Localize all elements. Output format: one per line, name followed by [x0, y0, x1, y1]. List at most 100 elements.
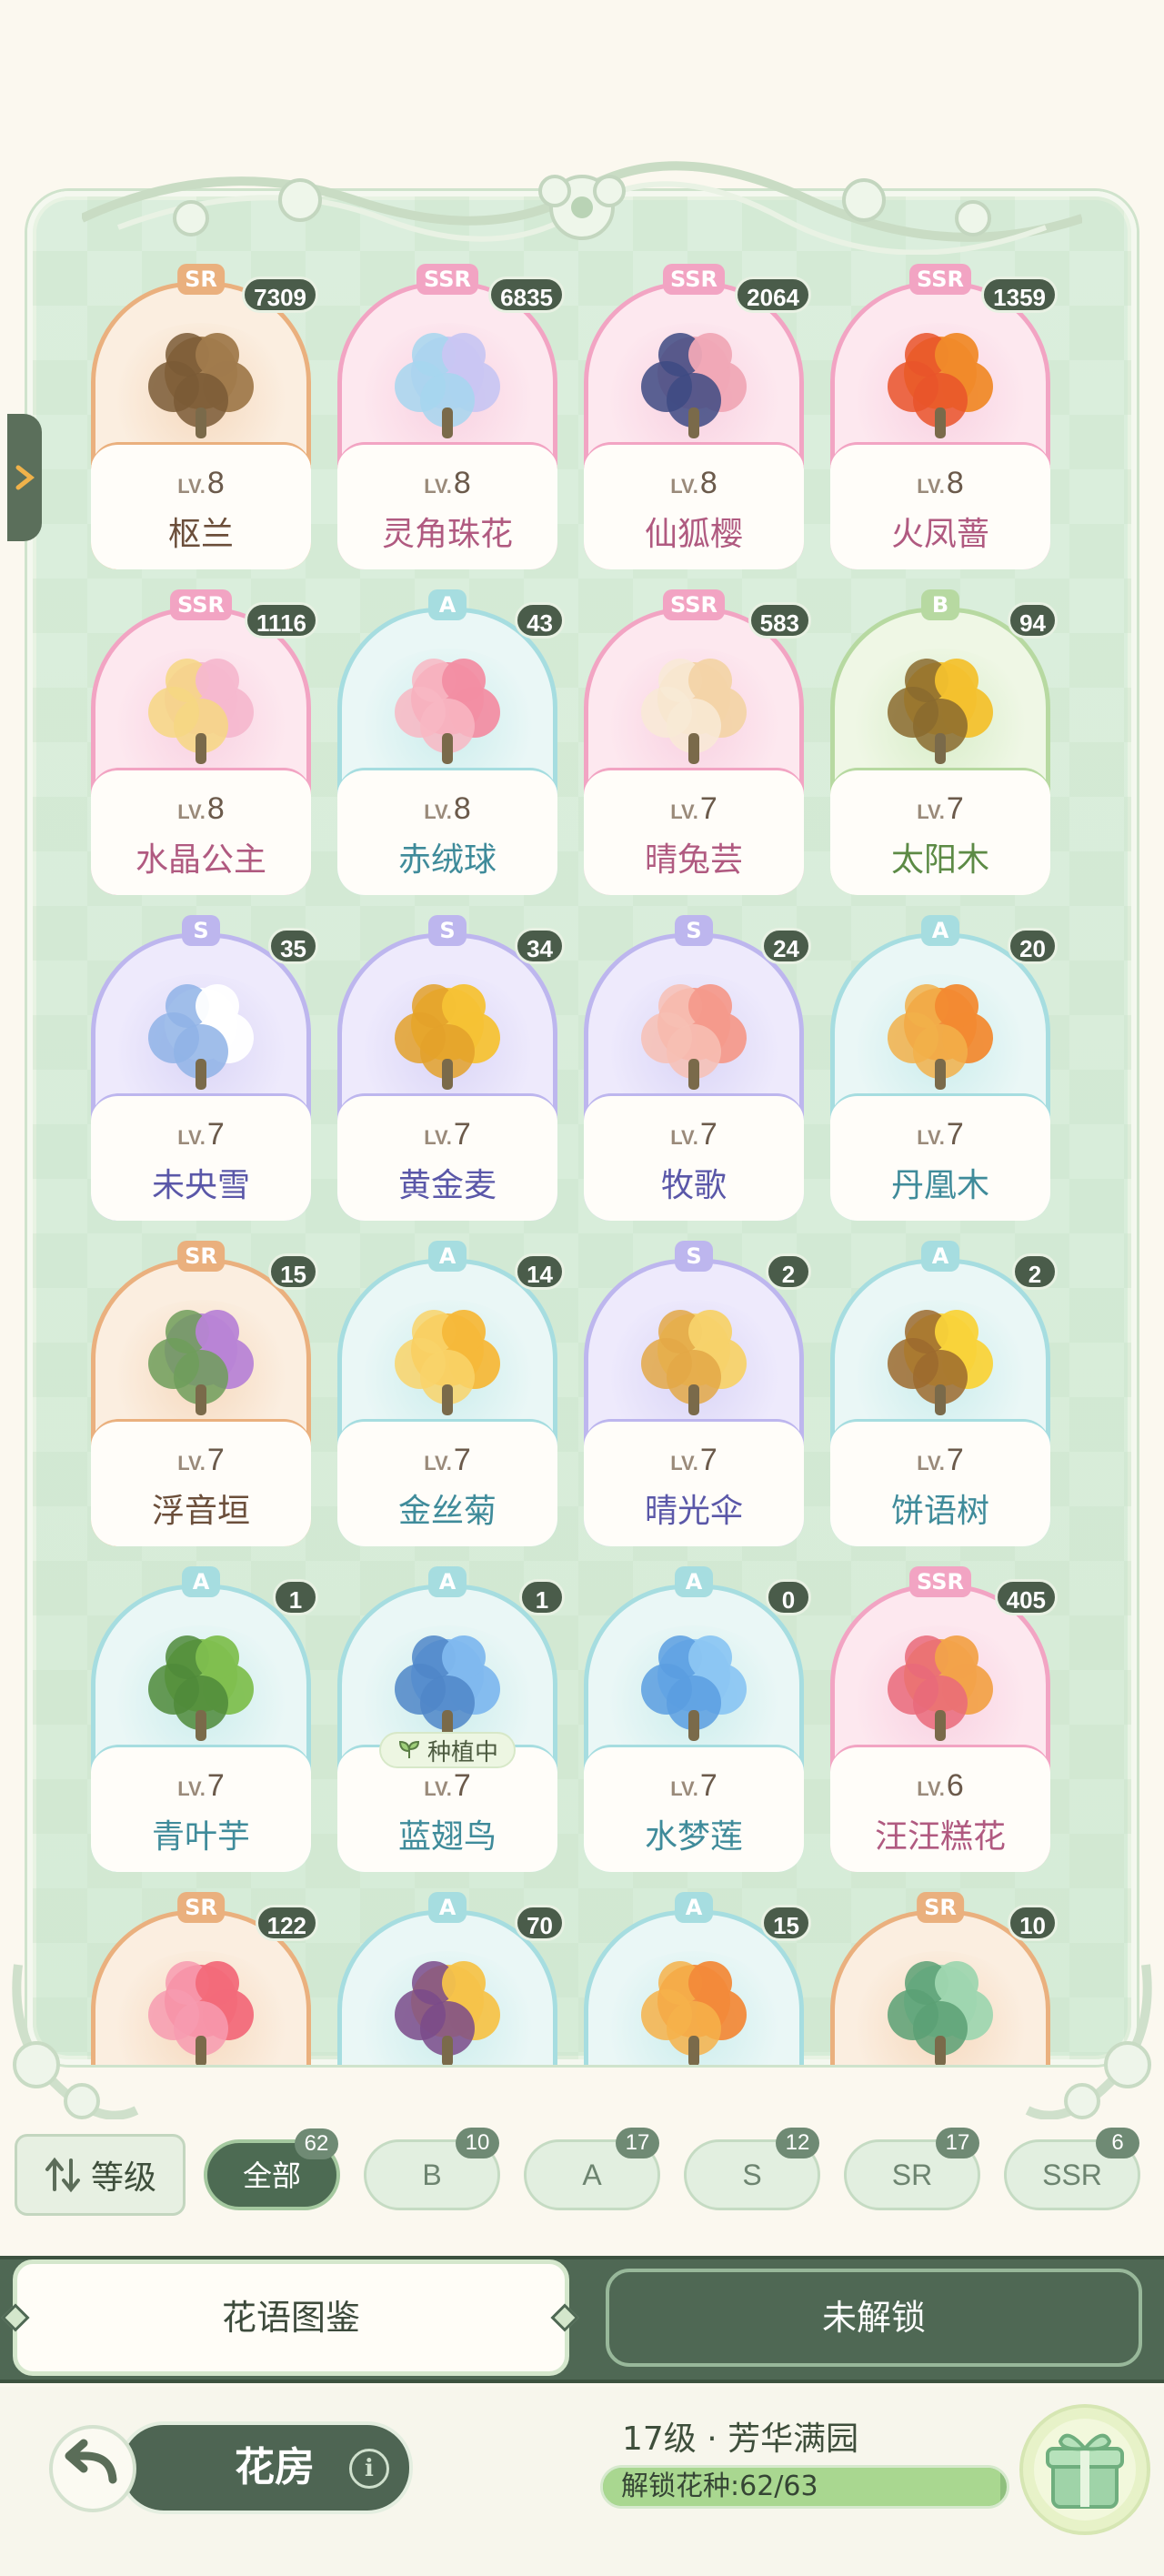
- green-leaves-illustration: [148, 1635, 254, 1741]
- level-prefix: LV.: [424, 1777, 452, 1800]
- level-prefix: LV.: [917, 475, 945, 498]
- seed-count-badge: 1359: [981, 277, 1058, 313]
- level-label: LV.7: [827, 1443, 1054, 1478]
- flower-card[interactable]: SSR 2064 LV.8 仙狐樱: [580, 264, 811, 573]
- phoenix-illustration: [888, 333, 993, 438]
- chip-count-badge: 17: [936, 2128, 979, 2158]
- flower-house-label: 花房: [235, 2444, 315, 2490]
- flower-card[interactable]: SSR 1359 LV.8 火凤蔷: [827, 264, 1058, 573]
- flower-card[interactable]: S 34 LV.7 黄金麦: [334, 915, 565, 1224]
- flower-card[interactable]: SSR 405 LV.6 汪汪糕花: [827, 1566, 1058, 1876]
- seed-count-badge: 15: [268, 1253, 318, 1290]
- filter-chip-a[interactable]: A 17: [524, 2128, 660, 2210]
- filter-chip-ssr[interactable]: SSR 6: [1004, 2128, 1140, 2210]
- flower-name: 饼语树: [890, 1493, 989, 1530]
- chip-label: SR: [891, 2158, 933, 2191]
- level-label: LV.8: [580, 466, 808, 501]
- level-prefix: LV.: [917, 1777, 945, 1800]
- level-prefix: LV.: [670, 1126, 698, 1149]
- sort-arrows-icon: [45, 2157, 80, 2193]
- flower-name: 水梦莲: [644, 1818, 743, 1856]
- level-value: 7: [946, 1443, 964, 1477]
- flower-card[interactable]: S 2 LV.7 晴光伞: [580, 1241, 811, 1550]
- level-label: LV.8: [827, 466, 1054, 501]
- side-drawer-tab[interactable]: [7, 414, 42, 541]
- seed-count-badge: 94: [1008, 602, 1058, 639]
- level-value: 7: [206, 1117, 225, 1152]
- flower-card[interactable]: SSR 1116 LV.8 水晶公主: [87, 589, 318, 899]
- level-label: LV.7: [87, 1768, 315, 1804]
- rarity-badge: S: [182, 915, 220, 946]
- flower-card[interactable]: A 70: [334, 1892, 565, 2065]
- level-value: 8: [453, 466, 471, 500]
- flower-card[interactable]: A 1 LV.7 青叶芋: [87, 1566, 318, 1876]
- flower-card[interactable]: SR 7309 LV.8 枢兰: [87, 264, 318, 573]
- seed-count-badge: 43: [515, 602, 565, 639]
- shiba-cake-illustration: [888, 1635, 993, 1741]
- tab-locked[interactable]: 未解锁: [606, 2269, 1142, 2367]
- level-label: LV.7: [580, 1117, 808, 1152]
- rarity-badge: S: [675, 1241, 713, 1272]
- chip-count-badge: 62: [295, 2128, 338, 2159]
- seed-count-badge: 2: [1012, 1253, 1058, 1290]
- level-value: 8: [699, 466, 717, 500]
- seed-count-badge: 14: [515, 1253, 565, 1290]
- level-value: 8: [453, 791, 471, 826]
- filter-chip-s[interactable]: S 12: [684, 2128, 820, 2210]
- flower-card[interactable]: S 35 LV.7 未央雪: [87, 915, 318, 1224]
- seed-count-badge: 583: [748, 602, 811, 639]
- info-icon[interactable]: i: [349, 2449, 389, 2489]
- flower-card[interactable]: A 20 LV.7 丹凰木: [827, 915, 1058, 1224]
- flower-name: 灵角珠花: [381, 516, 513, 553]
- flower-card[interactable]: B 94 LV.7 太阳木: [827, 589, 1058, 899]
- filter-chip-b[interactable]: B 10: [364, 2128, 500, 2210]
- flower-card[interactable]: A 1 种植中 LV.7 蓝翅鸟: [334, 1566, 565, 1876]
- rarity-badge: SR: [177, 264, 225, 295]
- rarity-badge: SR: [917, 1892, 964, 1923]
- seed-count-badge: 20: [1008, 928, 1058, 964]
- flower-card[interactable]: A 2 LV.7 饼语树: [827, 1241, 1058, 1550]
- seed-count-badge: 0: [766, 1579, 811, 1615]
- seed-count-badge: 24: [761, 928, 811, 964]
- gift-box-icon[interactable]: [1017, 2401, 1153, 2538]
- chip-label: B: [422, 2158, 442, 2191]
- flower-name: 枢兰: [167, 516, 234, 553]
- chip-count-badge: 12: [776, 2128, 819, 2158]
- level-label: LV.7: [87, 1443, 315, 1478]
- flower-name: 青叶芋: [151, 1818, 250, 1856]
- sort-by-level-button[interactable]: 等级: [15, 2134, 186, 2216]
- level-value: 7: [699, 1443, 717, 1477]
- level-label: LV.7: [334, 1443, 561, 1478]
- sheep-flower-illustration: [641, 984, 747, 1090]
- level-prefix: LV.: [424, 800, 452, 823]
- flower-card[interactable]: A 14 LV.7 金丝菊: [334, 1241, 565, 1550]
- flower-card[interactable]: A 15: [580, 1892, 811, 2065]
- level-label: LV.8: [87, 791, 315, 827]
- rarity-badge: SR: [177, 1241, 225, 1272]
- orange-tree-illustration: [888, 984, 993, 1090]
- back-arrow-icon[interactable]: [47, 2423, 138, 2514]
- level-prefix: LV.: [917, 1452, 945, 1474]
- rarity-badge: A: [182, 1566, 220, 1597]
- flower-card[interactable]: A 43 LV.8 赤绒球: [334, 589, 565, 899]
- filter-chip-sr[interactable]: SR 17: [844, 2128, 980, 2210]
- tab-flower-atlas[interactable]: 花语图鉴: [13, 2259, 569, 2376]
- seed-count-badge: 6835: [488, 277, 565, 313]
- rarity-badge: SSR: [663, 589, 725, 620]
- flower-name: 金丝菊: [397, 1493, 497, 1530]
- flower-card[interactable]: SR 15 LV.7 浮音垣: [87, 1241, 318, 1550]
- level-label: LV.7: [580, 791, 808, 827]
- flower-card[interactable]: A 0 LV.7 水梦莲: [580, 1566, 811, 1876]
- flower-name: 火凤蔷: [890, 516, 989, 553]
- seed-count-badge: 1: [519, 1579, 565, 1615]
- filter-chip-all[interactable]: 全部 62: [204, 2128, 340, 2210]
- chip-count-badge: 10: [456, 2128, 499, 2158]
- flower-card[interactable]: SSR 6835 LV.8 灵角珠花: [334, 264, 565, 573]
- flower-card[interactable]: SSR 583 LV.7 晴兔芸: [580, 589, 811, 899]
- level-label: LV.7: [827, 791, 1054, 827]
- flower-name: 丹凰木: [890, 1167, 989, 1204]
- flower-card[interactable]: S 24 LV.7 牧歌: [580, 915, 811, 1224]
- chip-label: 全部: [242, 2159, 301, 2192]
- flower-card[interactable]: SR 122: [87, 1892, 318, 2065]
- flower-card[interactable]: SR 10: [827, 1892, 1058, 2065]
